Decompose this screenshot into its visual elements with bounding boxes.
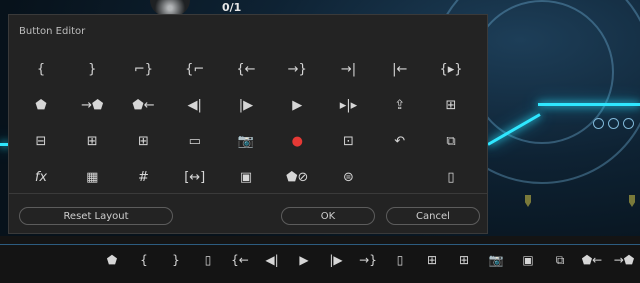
safe-margins-icon[interactable]: ▭ [177, 128, 213, 154]
multi-camera-icon[interactable]: ⊡ [331, 128, 367, 154]
mark-in-icon[interactable]: { [23, 56, 59, 82]
go-to-in-icon[interactable]: {← [224, 250, 256, 270]
blank-icon[interactable] [382, 164, 418, 190]
button-row: fx ▦ # [↔] ▣ ⬟⊘ ⊜ ▯ [23, 159, 469, 195]
mark-clip-icon[interactable]: ⌐} [126, 56, 162, 82]
mark-out-icon[interactable]: } [74, 56, 110, 82]
comparison-view-icon[interactable]: ⧉ [544, 250, 576, 270]
button-row: ⬟ →⬟ ⬟← ◀| |▶ ▶ ▸|▸ ⇪ ⊞ [23, 87, 469, 123]
export-frame-icon[interactable]: 📷 [228, 128, 264, 154]
ok-button[interactable]: OK [281, 207, 375, 225]
play-around-icon[interactable]: ▸|▸ [331, 92, 367, 118]
overwrite-icon[interactable]: ⊞ [74, 128, 110, 154]
button-row: ⊟ ⊞ ⊞ ▭ 📷 ● ⊡ ↶ ⧉ [23, 123, 469, 159]
go-to-next-edit-icon[interactable]: →} [279, 56, 315, 82]
button-row: {} ⌐} {⌐ {← →} →| |← {▸} [23, 51, 469, 87]
play-icon[interactable]: ▶ [288, 250, 320, 270]
step-back-icon[interactable]: ◀| [177, 92, 213, 118]
go-to-next-marker-icon[interactable]: →⬟ [74, 92, 110, 118]
step-forward-icon[interactable]: |▶ [228, 92, 264, 118]
go-to-previous-marker-icon[interactable]: ⬟← [126, 92, 162, 118]
spacer-icon[interactable]: ▯ [192, 250, 224, 270]
global-fx-mute-icon[interactable]: fx [23, 164, 59, 190]
extract-icon[interactable]: ⊞ [433, 92, 469, 118]
mark-out-icon[interactable]: } [160, 250, 192, 270]
spacer-icon[interactable]: ▯ [384, 250, 416, 270]
cancel-button[interactable]: Cancel [386, 207, 480, 225]
trim-icon[interactable]: [↔] [177, 164, 213, 190]
grid-icon[interactable]: # [126, 164, 162, 190]
ruler-icon[interactable]: ▦ [74, 164, 110, 190]
step-forward-icon[interactable]: |▶ [320, 250, 352, 270]
toggle-proxies-icon[interactable]: ▣ [512, 250, 544, 270]
step-back-icon[interactable]: ◀| [256, 250, 288, 270]
insert-icon[interactable]: ⊟ [23, 128, 59, 154]
overwrite-icon[interactable]: ⊞ [448, 250, 480, 270]
insert-icon[interactable]: ⊞ [416, 250, 448, 270]
transport-bar: ⬟{} ▯ {← ◀| ▶ |▶ →} ▯ ⊞ ⊞ 📷 ▣ ⧉ ⬟← →⬟ [96, 250, 640, 270]
go-to-previous-marker-icon[interactable]: ⬟← [576, 250, 608, 270]
go-to-in-icon[interactable]: {⌐ [177, 56, 213, 82]
add-marker-icon[interactable]: ⬟ [23, 92, 59, 118]
mark-in-icon[interactable]: { [128, 250, 160, 270]
add-marker-icon[interactable]: ⬟ [96, 250, 128, 270]
button-editor-dialog: Button Editor {} ⌐} {⌐ {← →} →| |← {▸} ⬟ →⬟ ⬟← ◀| |▶… [8, 14, 488, 234]
reset-layout-button[interactable]: Reset Layout [19, 207, 173, 225]
spacer-icon[interactable]: ▯ [433, 164, 469, 190]
record-icon[interactable]: ● [279, 128, 315, 154]
play-icon[interactable]: ▶ [279, 92, 315, 118]
comparison-view-icon[interactable]: ⧉ [433, 128, 469, 154]
go-to-out-icon[interactable]: →| [331, 56, 367, 82]
lift-icon[interactable]: ⇪ [382, 92, 418, 118]
dialog-title: Button Editor [19, 26, 86, 37]
go-to-out-icon[interactable]: →} [352, 250, 384, 270]
go-to-in-point-icon[interactable]: |← [382, 56, 418, 82]
go-to-previous-edit-icon[interactable]: {← [228, 56, 264, 82]
button-grid: {} ⌐} {⌐ {← →} →| |← {▸} ⬟ →⬟ ⬟← ◀| |▶ ▶ ▸|▸ ⇪ ⊞ ⊟ ⊞ ⊞ ▭ 📷 ● ⊡ ↶… [23, 51, 469, 195]
play-in-to-out-icon[interactable]: {▸} [433, 56, 469, 82]
export-frame-icon[interactable]: 📷 [480, 250, 512, 270]
frame-counter: 0/1 [222, 1, 242, 14]
divider [9, 193, 487, 194]
clear-markers-icon[interactable]: ⬟⊘ [279, 164, 315, 190]
vr-video-icon[interactable]: ⊜ [331, 164, 367, 190]
toggle-proxies-icon[interactable]: ▣ [228, 164, 264, 190]
go-to-next-marker-icon[interactable]: →⬟ [608, 250, 640, 270]
loop-icon[interactable]: ↶ [382, 128, 418, 154]
indicator-dots [593, 118, 634, 129]
replace-icon[interactable]: ⊞ [126, 128, 162, 154]
